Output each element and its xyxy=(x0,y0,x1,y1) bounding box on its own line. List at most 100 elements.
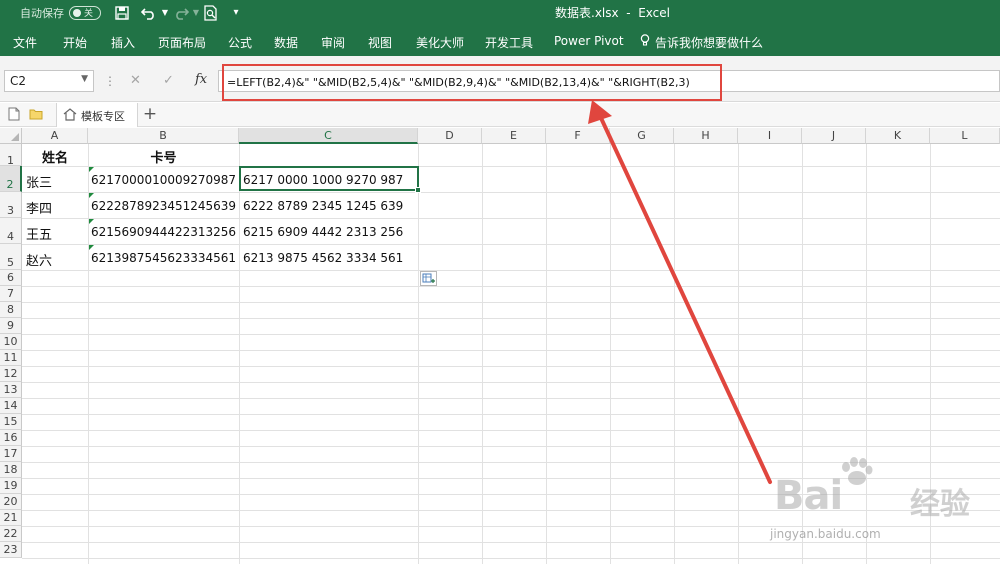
formula-bar-grip-icon[interactable]: ⋮ xyxy=(104,74,116,88)
cell-a2[interactable]: 张三 xyxy=(26,172,52,191)
name-box-dropdown-icon[interactable]: ▼ xyxy=(81,74,88,84)
paw-logo-icon xyxy=(842,457,873,485)
row-header-1[interactable]: 1 xyxy=(0,144,22,167)
cell-a5[interactable]: 赵六 xyxy=(26,250,52,269)
cell-a3[interactable]: 李四 xyxy=(26,198,52,217)
row-header-21[interactable]: 21 xyxy=(0,510,22,526)
grid-line xyxy=(22,192,1000,193)
tab-file[interactable]: 文件 xyxy=(13,34,37,51)
row-header-17[interactable]: 17 xyxy=(0,446,22,462)
column-header-c[interactable]: C xyxy=(239,128,418,144)
grid-line xyxy=(22,398,1000,399)
tab-view[interactable]: 视图 xyxy=(368,34,392,51)
cell-b2[interactable]: 6217000010009270987 xyxy=(91,173,236,187)
row-header-8[interactable]: 8 xyxy=(0,302,22,318)
row-header-13[interactable]: 13 xyxy=(0,382,22,398)
customize-toolbar-icon[interactable]: ▾ xyxy=(226,3,246,23)
row-header-9[interactable]: 9 xyxy=(0,318,22,334)
column-header-k[interactable]: K xyxy=(866,128,930,144)
tab-beautify[interactable]: 美化大师 xyxy=(416,34,464,51)
folder-icon[interactable] xyxy=(29,107,43,121)
cell-b1[interactable]: 卡号 xyxy=(88,147,239,166)
row-header-14[interactable]: 14 xyxy=(0,398,22,414)
row-header-19[interactable]: 19 xyxy=(0,478,22,494)
save-icon[interactable] xyxy=(112,3,132,23)
insert-function-icon[interactable]: fx xyxy=(195,72,207,87)
autosave-toggle[interactable]: 关 xyxy=(69,6,101,20)
row-header-7[interactable]: 7 xyxy=(0,286,22,302)
row-header-5[interactable]: 5 xyxy=(0,244,22,270)
grid-line xyxy=(22,218,1000,219)
grid-line xyxy=(22,414,1000,415)
number-as-text-indicator xyxy=(89,219,94,224)
corner-triangle-icon xyxy=(11,133,19,141)
cancel-icon[interactable]: ✕ xyxy=(130,73,141,88)
row-header-3[interactable]: 3 xyxy=(0,192,22,218)
grid-line xyxy=(22,166,1000,167)
toggle-knob xyxy=(73,9,81,17)
cell-a1[interactable]: 姓名 xyxy=(22,147,88,166)
column-header-j[interactable]: J xyxy=(802,128,866,144)
name-box[interactable]: C2 ▼ xyxy=(4,70,94,92)
grid-line xyxy=(22,382,1000,383)
row-header-22[interactable]: 22 xyxy=(0,526,22,542)
tab-formulas[interactable]: 公式 xyxy=(228,34,252,51)
row-header-6[interactable]: 6 xyxy=(0,270,22,286)
active-cell-selection[interactable] xyxy=(239,166,419,191)
row-header-20[interactable]: 20 xyxy=(0,494,22,510)
grid-line xyxy=(22,318,1000,319)
row-header-10[interactable]: 10 xyxy=(0,334,22,350)
tell-me-search[interactable]: 告诉我你想要做什么 xyxy=(655,34,763,51)
cell-b4[interactable]: 6215690944422313256 xyxy=(91,225,236,239)
grid-line xyxy=(22,350,1000,351)
tab-power-pivot[interactable]: Power Pivot xyxy=(554,34,624,48)
column-header-b[interactable]: B xyxy=(88,128,239,144)
column-header-f[interactable]: F xyxy=(546,128,610,144)
cell-c3[interactable]: 6222 8789 2345 1245 639 xyxy=(243,199,403,213)
grid-line xyxy=(22,366,1000,367)
tab-data[interactable]: 数据 xyxy=(274,34,298,51)
row-header-16[interactable]: 16 xyxy=(0,430,22,446)
number-as-text-indicator xyxy=(89,193,94,198)
column-header-g[interactable]: G xyxy=(610,128,674,144)
cell-a4[interactable]: 王五 xyxy=(26,224,52,243)
select-all-corner[interactable] xyxy=(0,128,22,144)
home-icon xyxy=(63,108,77,121)
print-preview-icon[interactable] xyxy=(201,3,221,23)
tab-template-zone[interactable]: 模板专区 xyxy=(56,103,138,127)
row-header-15[interactable]: 15 xyxy=(0,414,22,430)
tab-page-layout[interactable]: 页面布局 xyxy=(158,34,206,51)
fill-handle[interactable] xyxy=(415,187,421,193)
cell-b3[interactable]: 6222878923451245639 xyxy=(91,199,236,213)
tab-developer[interactable]: 开发工具 xyxy=(485,34,533,51)
tab-review[interactable]: 审阅 xyxy=(321,34,345,51)
row-header-12[interactable]: 12 xyxy=(0,366,22,382)
document-title: 数据表.xlsx - Excel xyxy=(555,6,670,20)
grid-line xyxy=(610,144,611,564)
column-header-d[interactable]: D xyxy=(418,128,482,144)
baidu-watermark: Bai 经验 jingyan.baidu.com xyxy=(760,455,1000,560)
number-as-text-indicator xyxy=(89,245,94,250)
row-header-2[interactable]: 2 xyxy=(0,166,22,192)
ribbon-tabs: 文件 开始 插入 页面布局 公式 数据 审阅 视图 美化大师 开发工具 Powe… xyxy=(0,26,1000,56)
tab-insert[interactable]: 插入 xyxy=(111,34,135,51)
row-header-11[interactable]: 11 xyxy=(0,350,22,366)
cell-b5[interactable]: 6213987545623334561 xyxy=(91,251,236,265)
column-header-e[interactable]: E xyxy=(482,128,546,144)
column-header-l[interactable]: L xyxy=(930,128,1000,144)
column-header-h[interactable]: H xyxy=(674,128,738,144)
row-header-18[interactable]: 18 xyxy=(0,462,22,478)
add-tab-button[interactable]: + xyxy=(140,104,160,124)
row-header-4[interactable]: 4 xyxy=(0,218,22,244)
row-header-23[interactable]: 23 xyxy=(0,542,22,558)
name-box-value: C2 xyxy=(10,74,27,88)
cell-c5[interactable]: 6213 9875 4562 3334 561 xyxy=(243,251,403,265)
cell-c4[interactable]: 6215 6909 4442 2313 256 xyxy=(243,225,403,239)
auto-fill-options-button[interactable] xyxy=(420,271,437,286)
enter-icon[interactable]: ✓ xyxy=(163,73,174,88)
column-header-i[interactable]: I xyxy=(738,128,802,144)
tab-home[interactable]: 开始 xyxy=(63,34,87,51)
grid-line xyxy=(22,286,1000,287)
column-header-a[interactable]: A xyxy=(22,128,88,144)
new-document-icon[interactable] xyxy=(7,107,21,121)
